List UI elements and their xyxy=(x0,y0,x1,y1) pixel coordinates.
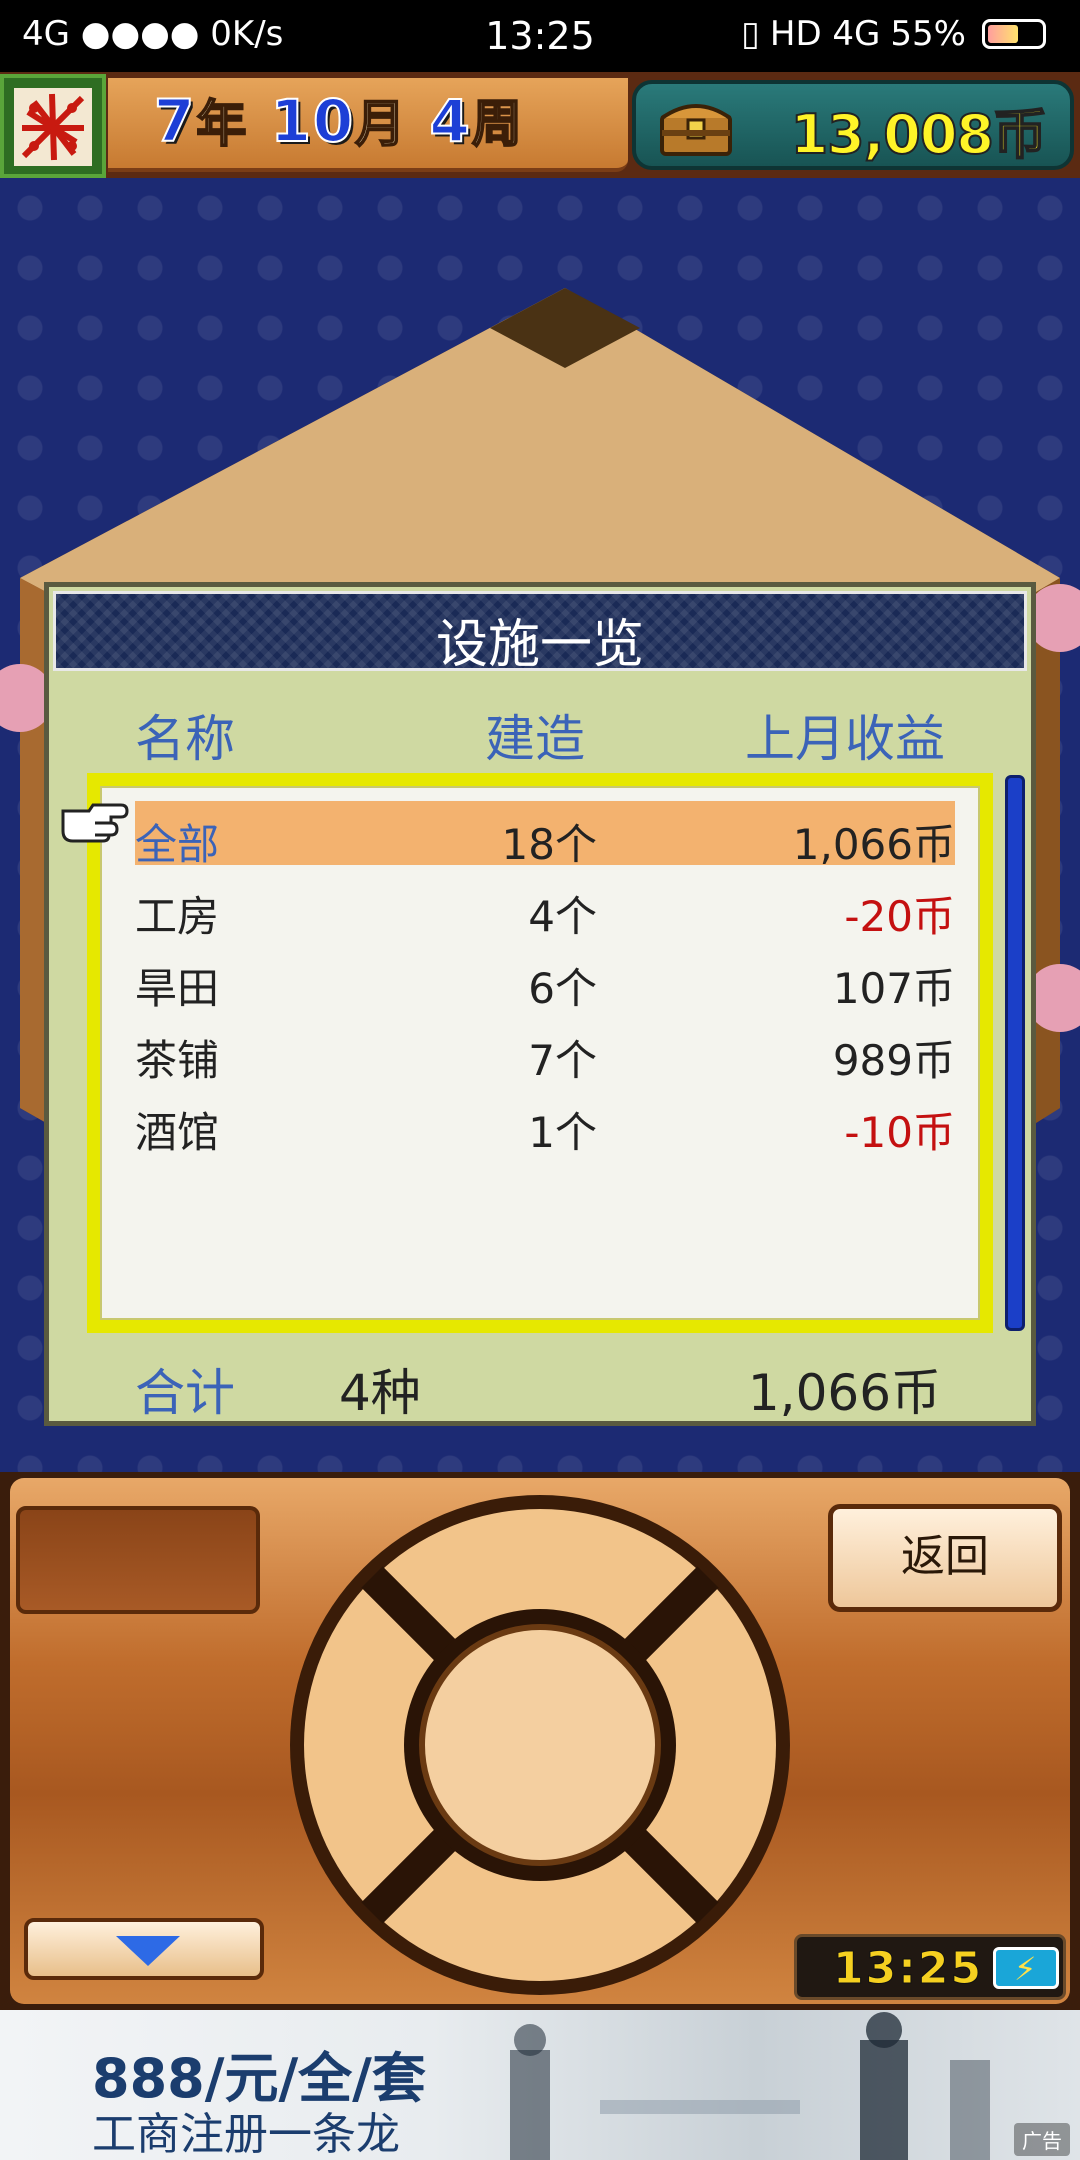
list-item[interactable]: 旱田 6个 107币 xyxy=(135,945,955,1013)
game-header: 7年 10月 4周 13,008币 xyxy=(0,72,1080,178)
ad-subline: 工商注册一条龙 xyxy=(92,2109,400,2160)
list-item[interactable]: 全部 18个 1,066币 xyxy=(135,801,955,869)
battery-charging-icon: ⚡ xyxy=(993,1947,1059,1989)
total-label: 合计 xyxy=(135,1364,235,1422)
vibrate-icon: ▯ xyxy=(741,14,760,54)
dialog-title-bar: 设施一览 xyxy=(53,591,1027,675)
total-value: 1,066币 xyxy=(747,1364,941,1422)
game-clock: 13:25 ⚡ xyxy=(794,1934,1066,2000)
dpad-right-button[interactable] xyxy=(674,1646,784,1846)
player-crest-icon[interactable] xyxy=(0,74,106,178)
battery-icon xyxy=(982,19,1046,49)
facility-list-dialog: 设施一览 名称 建造 上月收益 全部 18个 1,066币 工房 4个 -20币… xyxy=(44,582,1036,1426)
control-panel: 返回 13:25 ⚡ xyxy=(0,1472,1080,2010)
dpad-left-button[interactable] xyxy=(296,1646,406,1846)
dpad-center-button[interactable] xyxy=(432,1638,648,1854)
total-kinds: 4种 xyxy=(339,1364,421,1422)
money-panel: 13,008币 xyxy=(632,80,1074,170)
signal-indicators: HD 4G xyxy=(769,14,881,54)
ad-figures-image xyxy=(510,2012,990,2160)
list-scrollbar[interactable] xyxy=(1005,775,1025,1331)
ad-tag: 广告 xyxy=(1014,2123,1070,2156)
status-indicators: ▯ HD 4G 55% xyxy=(741,14,1046,54)
empty-slot xyxy=(16,1506,260,1614)
clock-time: 13:25 xyxy=(832,1943,984,1995)
scroll-down-button[interactable] xyxy=(24,1918,264,1980)
money-amount: 13,008币 xyxy=(790,102,1048,167)
list-item[interactable]: 茶铺 7个 989币 xyxy=(135,1017,955,1085)
dialog-title: 设施一览 xyxy=(435,615,644,675)
dpad-up-button[interactable] xyxy=(440,1508,640,1618)
column-header-built: 建造 xyxy=(485,710,585,768)
battery-percent: 55% xyxy=(890,14,966,54)
date-panel: 7年 10月 4周 xyxy=(108,78,628,172)
list-item[interactable]: 酒馆 1个 -10币 xyxy=(135,1089,955,1157)
ad-banner[interactable]: 888/元/全/套 工商注册一条龙 广告 xyxy=(0,2010,1080,2160)
game-date: 7年 10月 4周 xyxy=(153,86,524,156)
status-bar: 4G ●●●● 0K/s 13:25 ▯ HD 4G 55% xyxy=(0,0,1080,72)
dpad-down-button[interactable] xyxy=(440,1884,640,1994)
treasure-chest-icon xyxy=(660,104,732,156)
chevron-down-icon xyxy=(116,1936,180,1966)
pointer-hand-icon xyxy=(61,803,129,843)
game-map-area[interactable]: 设施一览 名称 建造 上月收益 全部 18个 1,066币 工房 4个 -20币… xyxy=(0,178,1080,1472)
column-header-income: 上月收益 xyxy=(745,710,945,768)
list-item[interactable]: 工房 4个 -20币 xyxy=(135,873,955,941)
back-button[interactable]: 返回 xyxy=(828,1504,1062,1612)
column-header-name: 名称 xyxy=(135,710,235,768)
